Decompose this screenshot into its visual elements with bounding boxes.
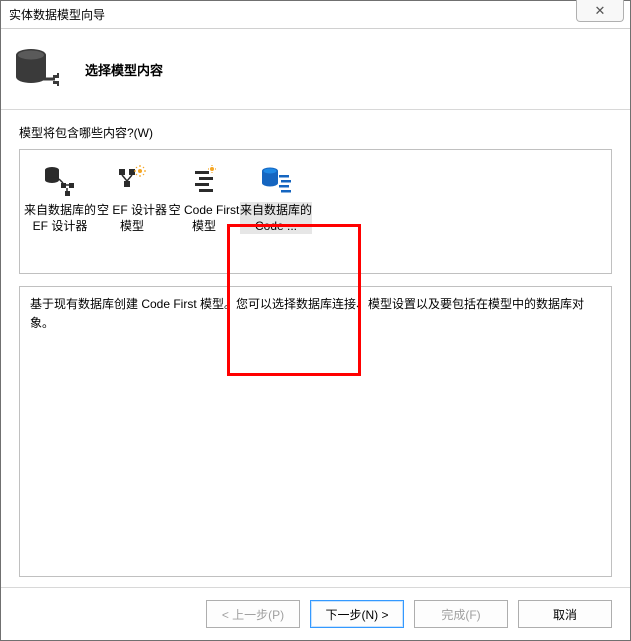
close-icon: ✕ bbox=[595, 3, 606, 19]
button-label: 下一步(N) > bbox=[325, 606, 388, 623]
wizard-footer: < 上一步(P) 下一步(N) > 完成(F) 取消 bbox=[1, 588, 630, 640]
cancel-button[interactable]: 取消 bbox=[518, 600, 612, 628]
empty-code-first-icon bbox=[186, 164, 222, 198]
option-label: 空 Code First 模型 bbox=[168, 202, 240, 234]
database-wizard-icon bbox=[13, 45, 65, 93]
option-empty-code-first[interactable]: 空 Code First 模型 bbox=[168, 162, 240, 236]
database-code-first-icon bbox=[258, 164, 294, 198]
section-label: 模型将包含哪些内容?(W) bbox=[19, 124, 612, 141]
titlebar: 实体数据模型向导 ✕ bbox=[1, 1, 630, 29]
content-area: 模型将包含哪些内容?(W) 来自数据库的 EF 设计器 bbox=[1, 109, 630, 588]
window-title: 实体数据模型向导 bbox=[9, 6, 105, 23]
header-title: 选择模型内容 bbox=[85, 60, 163, 79]
finish-button: 完成(F) bbox=[414, 600, 508, 628]
option-ef-designer-from-db[interactable]: 来自数据库的 EF 设计器 bbox=[24, 162, 96, 236]
option-empty-ef-designer[interactable]: 空 EF 设计器模型 bbox=[96, 162, 168, 236]
empty-designer-icon bbox=[114, 164, 150, 198]
option-label: 空 EF 设计器模型 bbox=[96, 202, 168, 234]
button-label: 取消 bbox=[553, 606, 577, 623]
button-label: 完成(F) bbox=[441, 606, 480, 623]
description-text: 基于现有数据库创建 Code First 模型。您可以选择数据库连接、模型设置以… bbox=[30, 297, 584, 330]
model-options-list: 来自数据库的 EF 设计器 空 EF 设计器模型 bbox=[19, 149, 612, 274]
close-button[interactable]: ✕ bbox=[576, 0, 624, 22]
prev-button: < 上一步(P) bbox=[206, 600, 300, 628]
description-box: 基于现有数据库创建 Code First 模型。您可以选择数据库连接、模型设置以… bbox=[19, 286, 612, 577]
option-label: 来自数据库的 Code ... bbox=[240, 202, 312, 234]
button-label: < 上一步(P) bbox=[222, 606, 284, 623]
next-button[interactable]: 下一步(N) > bbox=[310, 600, 404, 628]
database-designer-icon bbox=[42, 164, 78, 198]
option-code-first-from-db[interactable]: 来自数据库的 Code ... bbox=[240, 162, 312, 236]
wizard-header: 选择模型内容 bbox=[1, 29, 630, 109]
option-label: 来自数据库的 EF 设计器 bbox=[24, 202, 96, 234]
wizard-window: 实体数据模型向导 ✕ 选择模型内容 模型将包含哪些内容?(W) bbox=[0, 0, 631, 641]
